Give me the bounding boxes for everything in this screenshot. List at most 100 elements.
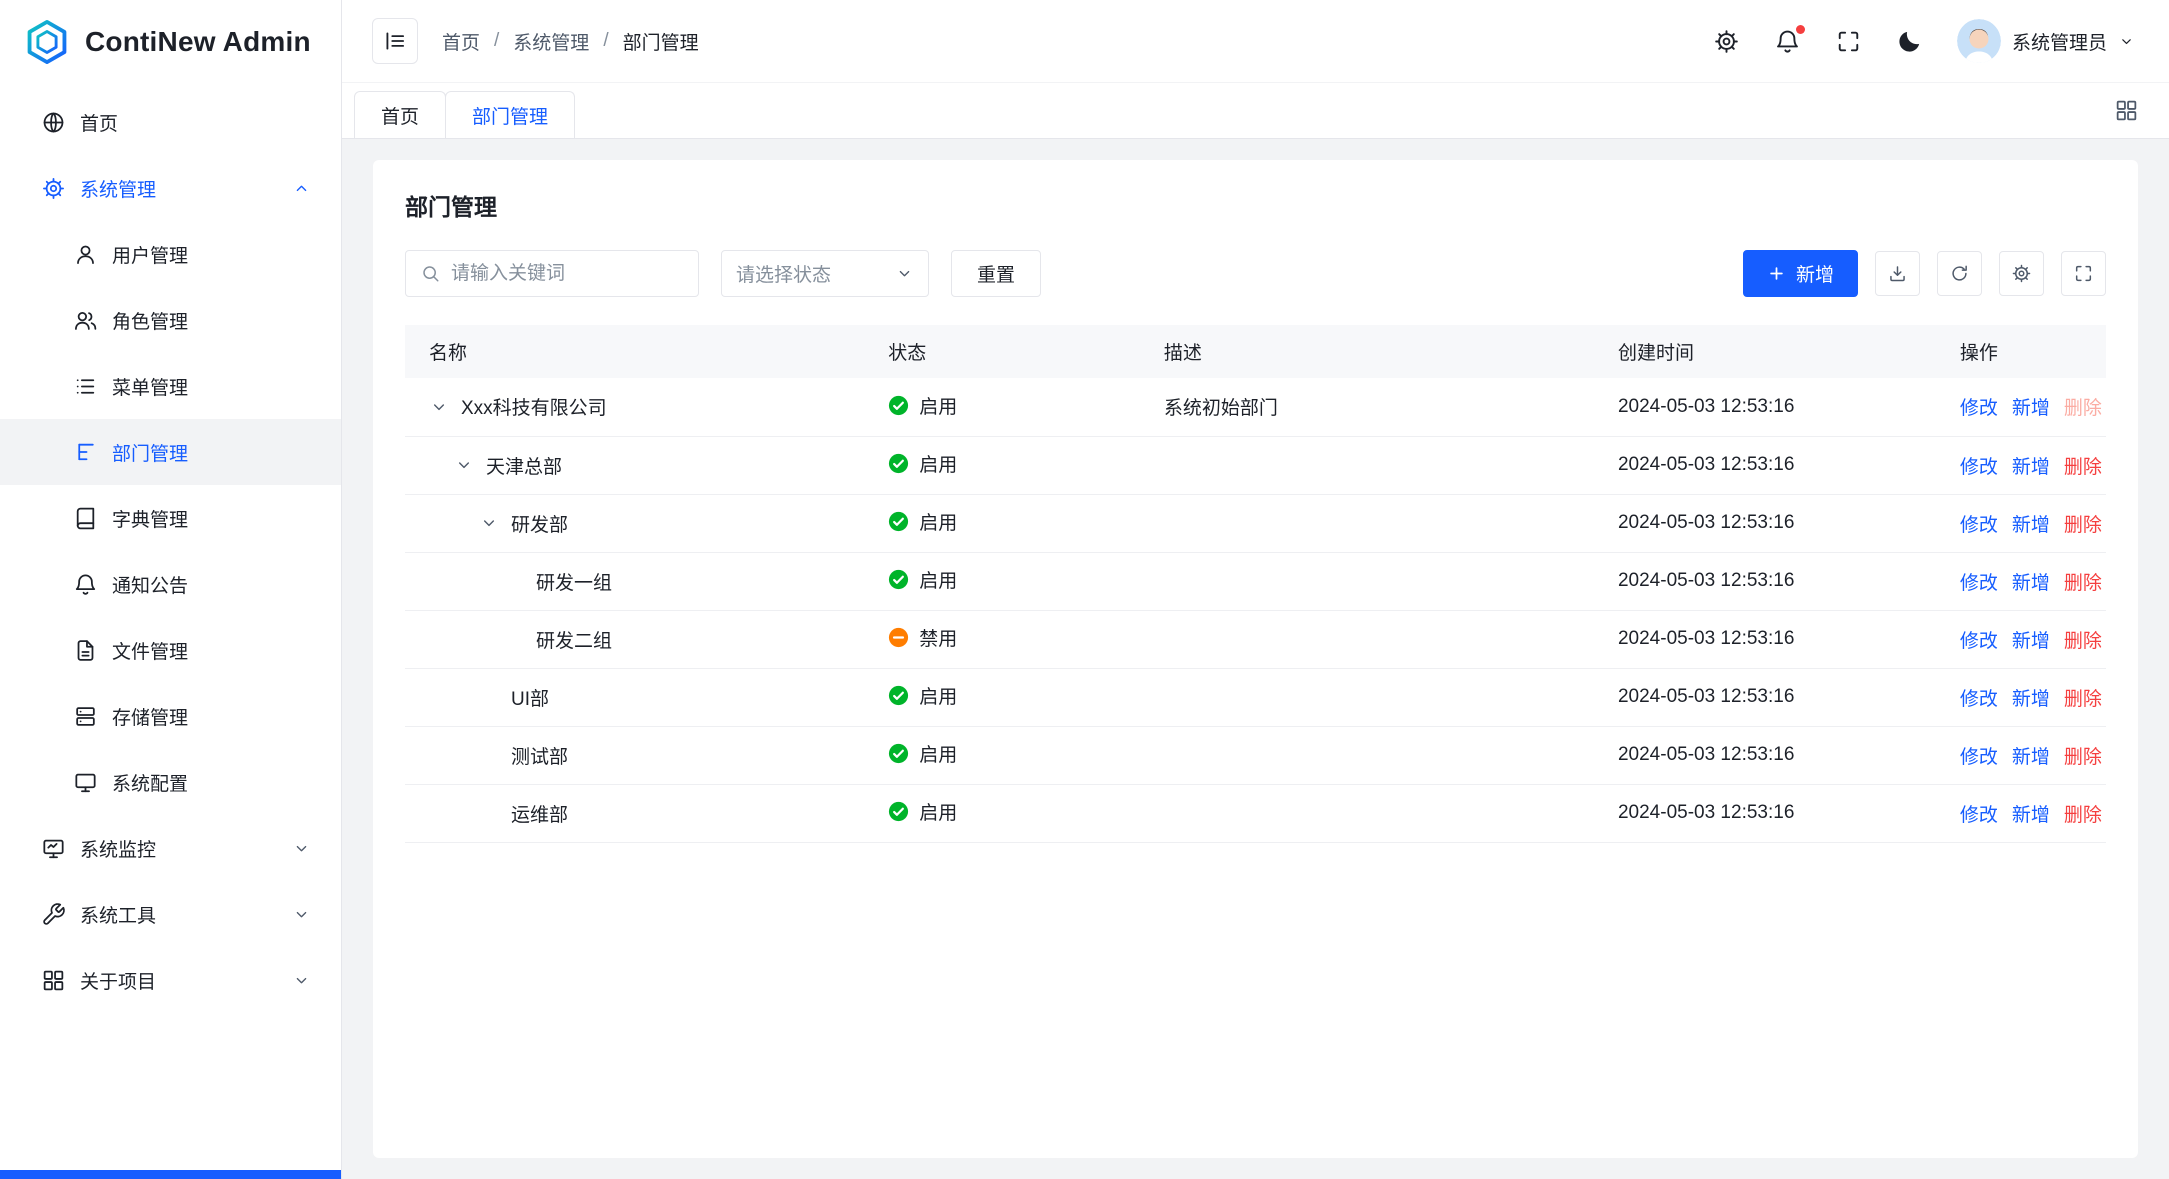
modify-link[interactable]: 修改: [1960, 515, 1998, 536]
sidebar-item-label: 字典管理: [112, 505, 188, 532]
sidebar-item-storage-management[interactable]: 存储管理: [0, 683, 341, 749]
delete-link[interactable]: 删除: [2064, 457, 2102, 478]
cell-description: [1140, 552, 1594, 610]
sidebar-item-department-management[interactable]: 部门管理: [0, 419, 341, 485]
table-fullscreen-button[interactable]: [2061, 251, 2106, 296]
reset-button[interactable]: 重置: [951, 250, 1041, 297]
cell-name: 测试部: [405, 726, 864, 784]
status-label: 启用: [919, 798, 957, 825]
modify-link[interactable]: 修改: [1960, 398, 1998, 419]
table-row: 天津总部启用2024-05-03 12:53:16修改新增删除: [405, 436, 2106, 494]
fullscreen-icon[interactable]: [1835, 28, 1862, 55]
sidebar-item-role-management[interactable]: 角色管理: [0, 287, 341, 353]
add-link[interactable]: 新增: [2012, 805, 2050, 826]
add-link[interactable]: 新增: [2012, 457, 2050, 478]
tab-label: 首页: [381, 102, 419, 129]
status-enabled-icon: [888, 569, 909, 590]
tool-icon: [41, 902, 66, 927]
app-logo[interactable]: ContiNew Admin: [0, 0, 341, 83]
cell-name: Xxx科技有限公司: [405, 378, 864, 436]
add-link[interactable]: 新增: [2012, 747, 2050, 768]
sidebar-item-label: 用户管理: [112, 241, 188, 268]
avatar: [1957, 19, 2001, 63]
status-select[interactable]: 请选择状态: [721, 250, 929, 297]
department-name: 研发一组: [536, 568, 612, 595]
delete-link[interactable]: 删除: [2064, 515, 2102, 536]
refresh-button[interactable]: [1937, 251, 1982, 296]
chevron-down-icon: [2118, 33, 2135, 50]
delete-link[interactable]: 删除: [2064, 747, 2102, 768]
breadcrumb-item[interactable]: 系统管理: [513, 28, 589, 55]
chevron-down-icon[interactable]: [429, 397, 449, 417]
cell-name: 运维部: [405, 784, 864, 842]
tab-home[interactable]: 首页: [354, 91, 446, 138]
breadcrumb-item[interactable]: 首页: [442, 28, 480, 55]
sidebar-item-system-monitor[interactable]: 系统监控: [0, 815, 341, 881]
status-badge: 启用: [888, 508, 957, 535]
table-settings-button[interactable]: [1999, 251, 2044, 296]
delete-link[interactable]: 删除: [2064, 631, 2102, 652]
collapse-sidebar-button[interactable]: [372, 18, 418, 64]
department-name: 研发二组: [536, 626, 612, 653]
modify-link[interactable]: 修改: [1960, 805, 1998, 826]
tab-department-management[interactable]: 部门管理: [445, 91, 575, 138]
cell-actions: 修改新增删除: [1936, 552, 2106, 610]
sidebar-item-home[interactable]: 首页: [0, 89, 341, 155]
modify-link[interactable]: 修改: [1960, 689, 1998, 710]
moon-icon[interactable]: [1896, 28, 1923, 55]
delete-link[interactable]: 删除: [2064, 573, 2102, 594]
sidebar-item-file-management[interactable]: 文件管理: [0, 617, 341, 683]
delete-link[interactable]: 删除: [2064, 805, 2102, 826]
add-link[interactable]: 新增: [2012, 515, 2050, 536]
chevron-down-icon[interactable]: [454, 455, 474, 475]
cell-name: 研发二组: [405, 610, 864, 668]
file-icon: [73, 638, 98, 663]
sidebar-item-notice[interactable]: 通知公告: [0, 551, 341, 617]
modify-link[interactable]: 修改: [1960, 573, 1998, 594]
modify-link[interactable]: 修改: [1960, 457, 1998, 478]
chevron-down-icon: [895, 264, 914, 283]
sidebar-item-system-tools[interactable]: 系统工具: [0, 881, 341, 947]
breadcrumb: 首页/系统管理/部门管理: [442, 28, 699, 55]
column-header-4: 操作: [1936, 325, 2106, 378]
home-icon: [41, 110, 66, 135]
status-label: 启用: [919, 740, 957, 767]
column-header-1: 状态: [864, 325, 1140, 378]
breadcrumb-item[interactable]: 部门管理: [623, 28, 699, 55]
add-link[interactable]: 新增: [2012, 398, 2050, 419]
book-icon: [73, 506, 98, 531]
modify-link[interactable]: 修改: [1960, 747, 1998, 768]
settings-icon[interactable]: [1713, 28, 1740, 55]
cell-description: 系统初始部门: [1140, 378, 1594, 436]
search-box: [405, 250, 699, 297]
column-header-3: 创建时间: [1594, 325, 1936, 378]
sidebar-item-user-management[interactable]: 用户管理: [0, 221, 341, 287]
table-row: UI部启用2024-05-03 12:53:16修改新增删除: [405, 668, 2106, 726]
cell-actions: 修改新增删除: [1936, 784, 2106, 842]
cell-status: 启用: [864, 784, 1140, 842]
add-link[interactable]: 新增: [2012, 573, 2050, 594]
add-link[interactable]: 新增: [2012, 631, 2050, 652]
sidebar-item-system-config[interactable]: 系统配置: [0, 749, 341, 815]
layout-grid-icon[interactable]: [2114, 98, 2139, 123]
department-table: 名称状态描述创建时间操作 Xxx科技有限公司启用系统初始部门2024-05-03…: [405, 325, 2106, 843]
search-input[interactable]: [451, 263, 684, 285]
notifications-button[interactable]: [1774, 28, 1801, 55]
add-button[interactable]: 新增: [1743, 250, 1858, 297]
toolbar: 请选择状态 重置 新增: [405, 250, 2106, 297]
cell-status: 启用: [864, 668, 1140, 726]
user-menu[interactable]: 系统管理员: [1957, 19, 2135, 63]
add-link[interactable]: 新增: [2012, 689, 2050, 710]
delete-link[interactable]: 删除: [2064, 689, 2102, 710]
modify-link[interactable]: 修改: [1960, 631, 1998, 652]
export-button[interactable]: [1875, 251, 1920, 296]
sidebar-item-dict-management[interactable]: 字典管理: [0, 485, 341, 551]
chevron-down-icon[interactable]: [479, 513, 499, 533]
chevron-down-icon: [292, 839, 311, 858]
sidebar-item-menu-management[interactable]: 菜单管理: [0, 353, 341, 419]
sidebar-item-about-project[interactable]: 关于项目: [0, 947, 341, 1013]
status-label: 启用: [919, 566, 957, 593]
department-name: 天津总部: [486, 452, 562, 479]
sidebar-item-system-management[interactable]: 系统管理: [0, 155, 341, 221]
tabs: 首页部门管理: [354, 91, 574, 138]
